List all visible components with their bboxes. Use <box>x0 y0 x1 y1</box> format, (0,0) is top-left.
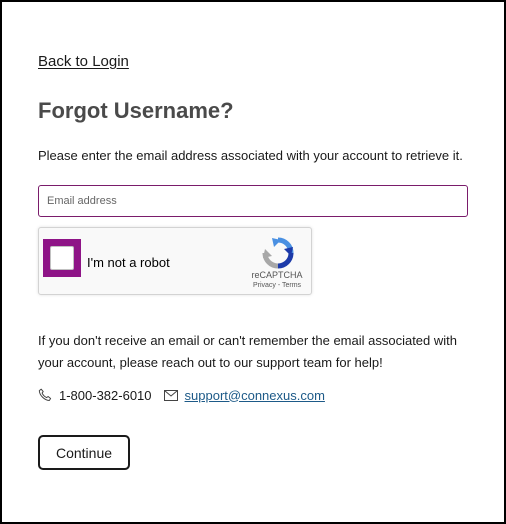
recaptcha-logo-icon <box>262 237 294 269</box>
recaptcha-widget: I'm not a robot reCAPTCHA Privacy - Term… <box>38 227 312 295</box>
page-frame: Back to Login Forgot Username? Please en… <box>0 0 506 524</box>
back-to-login-link[interactable]: Back to Login <box>38 53 129 70</box>
privacy-link[interactable]: Privacy <box>253 282 276 289</box>
support-text: If you don't receive an email or can't r… <box>38 333 457 370</box>
recaptcha-brand: reCAPTCHA <box>251 270 303 280</box>
phone-icon <box>38 388 52 402</box>
recaptcha-label: I'm not a robot <box>87 255 170 270</box>
email-input[interactable] <box>38 185 468 217</box>
terms-link[interactable]: Terms <box>282 282 301 289</box>
instructions-text: Please enter the email address associate… <box>38 148 463 163</box>
support-phone: 1-800-382-6010 <box>59 387 152 403</box>
support-email-link[interactable]: support@connexus.com <box>185 388 325 403</box>
envelope-icon <box>163 389 178 401</box>
recaptcha-terms: Privacy - Terms <box>243 282 311 289</box>
continue-button[interactable]: Continue <box>38 435 130 470</box>
checkbox-box <box>50 246 74 270</box>
recaptcha-checkbox[interactable] <box>43 239 81 277</box>
contact-row: 1-800-382-6010 support@connexus.com <box>38 385 325 405</box>
page-title: Forgot Username? <box>38 98 234 123</box>
